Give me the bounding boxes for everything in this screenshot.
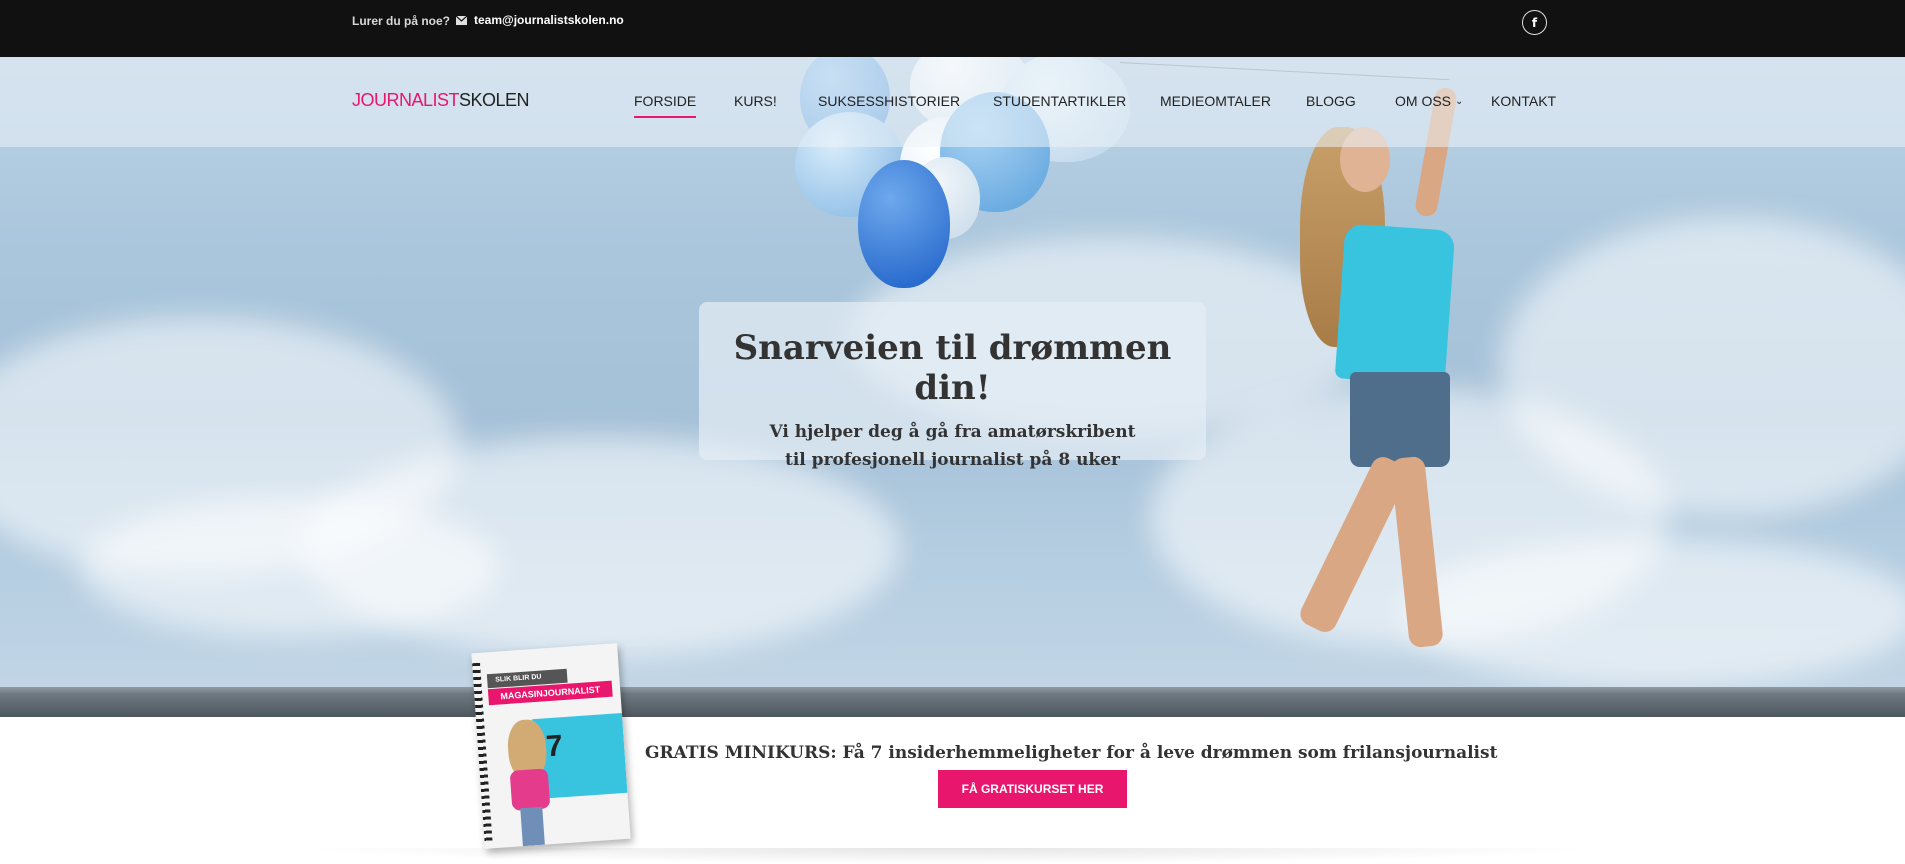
cloud: [80, 497, 500, 637]
nav-kurs[interactable]: KURS!: [734, 93, 777, 109]
balloon: [858, 160, 950, 288]
logo-part2: SKOLEN: [459, 90, 530, 110]
book-girl-jacket: [509, 768, 551, 811]
cloud: [1400, 537, 1905, 687]
hero-text-box: Snarveien til drømmen din! Vi hjelper de…: [699, 302, 1206, 470]
envelope-icon: [456, 15, 467, 25]
hero-subtitle: Vi hjelper deg å gå fra amatørskribent t…: [699, 418, 1206, 474]
nav-blogg[interactable]: BLOGG: [1306, 93, 1356, 109]
section-shadow: [300, 848, 1600, 864]
promo-text: GRATIS MINIKURS: Få 7 insiderhemmelighet…: [645, 743, 1498, 763]
nav-medieomtaler[interactable]: MEDIEOMTALER: [1160, 93, 1271, 109]
site-header: JOURNALISTSKOLEN FORSIDE KURS! SUKSESSHI…: [0, 57, 1905, 147]
chevron-down-icon: ⌄: [1455, 96, 1464, 107]
book-girl-legs: [520, 806, 545, 847]
email-link[interactable]: team@journalistskolen.no: [456, 13, 624, 27]
email-address: team@journalistskolen.no: [474, 13, 624, 27]
shorts: [1350, 372, 1450, 467]
shirt: [1334, 223, 1456, 386]
book-number: 7: [544, 729, 564, 764]
nav-kontakt[interactable]: KONTAKT: [1491, 93, 1556, 109]
facebook-glyph: f: [1531, 15, 1538, 30]
nav-om-oss[interactable]: OM OSS ⌄: [1395, 93, 1463, 109]
hero-subtitle-line2: til profesjonell journalist på 8 uker: [785, 450, 1120, 470]
hero-subtitle-line1: Vi hjelper deg å gå fra amatørskribent: [769, 422, 1136, 442]
site-logo[interactable]: JOURNALISTSKOLEN: [352, 90, 530, 111]
contact-question: Lurer du på noe?: [352, 14, 451, 28]
logo-part1: JOURNALIST: [352, 90, 460, 110]
nav-studentartikler[interactable]: STUDENTARTIKLER: [993, 93, 1126, 109]
deck: [0, 693, 1905, 717]
facebook-icon[interactable]: f: [1522, 10, 1547, 35]
nav-suksesshistorier[interactable]: SUKSESSHISTORIER: [818, 93, 960, 109]
get-free-course-button[interactable]: FÅ GRATISKURSET HER: [938, 770, 1127, 808]
ebook-cover-image: SLIK BLIR DU MAGASINJOURNALIST 7: [471, 643, 631, 849]
hero-title: Snarveien til drømmen din!: [733, 328, 1172, 408]
hero-banner: Snarveien til drømmen din! Vi hjelper de…: [0, 57, 1905, 717]
top-bar: Lurer du på noe? team@journalistskolen.n…: [0, 0, 1905, 57]
nav-forside[interactable]: FORSIDE: [634, 93, 697, 118]
